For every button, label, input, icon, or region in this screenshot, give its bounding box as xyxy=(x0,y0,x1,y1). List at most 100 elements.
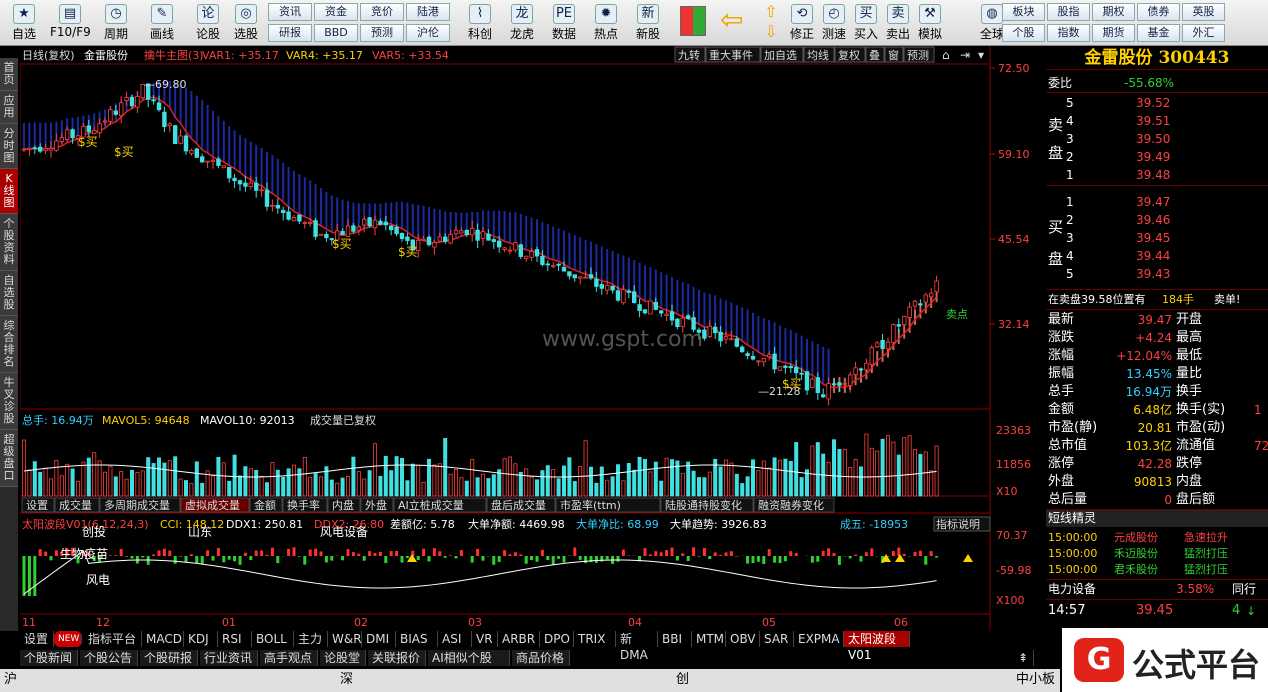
chart-tool-button[interactable]: 窗 xyxy=(888,48,899,62)
chart-tool-button[interactable]: 叠 xyxy=(869,49,880,62)
toolbar-dragon-button[interactable]: 龙龙虎 xyxy=(502,1,542,45)
indicator-tab[interactable]: TRIX xyxy=(574,631,616,647)
toolbar-clock-button[interactable]: ◷ 周期 xyxy=(96,1,136,45)
toolbar-market-button[interactable]: 外汇 xyxy=(1182,24,1225,42)
indicator-tab[interactable]: 设置 xyxy=(20,631,54,647)
ask-price[interactable]: 39.50 xyxy=(1136,130,1170,148)
toolbar-market-button[interactable]: 个股 xyxy=(1002,24,1045,42)
toolbar-market-button[interactable]: 股指 xyxy=(1047,3,1090,21)
bid-price[interactable]: 39.46 xyxy=(1136,211,1170,229)
news-tab[interactable]: 论股堂 xyxy=(320,650,366,666)
news-tab[interactable]: 个股研报 xyxy=(140,650,198,666)
indicator-tab[interactable]: 太阳波段V01 xyxy=(844,631,910,662)
volume-tab[interactable]: 虚拟成交量 xyxy=(185,498,240,512)
indicator-tab[interactable]: OBV xyxy=(726,631,760,647)
toolbar-market-button[interactable]: 期权 xyxy=(1092,3,1135,21)
leftnav-item[interactable]: 应用 xyxy=(0,91,18,124)
news-tab[interactable]: 关联报价 xyxy=(368,650,426,666)
volume-tab[interactable]: 换手率 xyxy=(287,498,320,512)
toolbar-grid-button[interactable]: 竞价 xyxy=(360,3,404,21)
toolbar-star-button[interactable]: ★ 自选 xyxy=(4,1,44,45)
indicator-tab[interactable]: BIAS xyxy=(396,631,438,647)
indicator-tab[interactable]: NEW xyxy=(54,631,82,647)
indicator-tab[interactable]: W&R xyxy=(328,631,362,647)
chart-tool-button[interactable]: 预测 xyxy=(907,49,929,62)
toolbar-buy-button[interactable]: 买买入 xyxy=(850,1,882,45)
indicator-tab[interactable]: SAR xyxy=(760,631,794,647)
kline-chart[interactable]: 日线(复权) 金雷股份 擒牛主图(3)VAR1: +35.17 VAR4: +35.1… xyxy=(20,46,1042,631)
indicator-tab[interactable]: DMI xyxy=(362,631,396,647)
toolbar-hammer-button[interactable]: ⚒ 模拟 xyxy=(914,1,946,45)
toolbar-fix-button[interactable]: ⟲ 修正 xyxy=(786,1,818,45)
indicator-tab[interactable]: 新DMA xyxy=(616,631,658,662)
toolbar-f10-button[interactable]: ▤ F10/F9 xyxy=(50,1,91,45)
status-market[interactable]: 创 xyxy=(676,669,689,691)
toolbar-market-button[interactable]: 期货 xyxy=(1092,24,1135,42)
ask-price[interactable]: 39.49 xyxy=(1136,148,1170,166)
indicator-tab[interactable]: MACD xyxy=(142,631,184,647)
chart-tool-button[interactable]: 均线 xyxy=(807,48,829,62)
indicator-tab[interactable]: EXPMA xyxy=(794,631,844,647)
volume-tab[interactable]: 内盘 xyxy=(332,498,354,512)
up-arrow-icon[interactable]: ⇧ xyxy=(760,2,782,22)
sector-peers-button[interactable]: 同行 xyxy=(1232,580,1256,598)
volume-tab[interactable]: 金额 xyxy=(254,498,276,512)
chart-tool-button[interactable]: 重大事件 xyxy=(709,48,753,62)
toolbar-grid-button[interactable]: 资讯 xyxy=(268,3,312,21)
indicator-tab[interactable]: BBI xyxy=(658,631,692,647)
toolbar-sell-button[interactable]: 卖卖出 xyxy=(882,1,914,45)
sector-name[interactable]: 电力设备 xyxy=(1048,580,1096,598)
toolbar-grid-button[interactable]: 沪伦 xyxy=(406,24,450,42)
bid-price[interactable]: 39.43 xyxy=(1136,265,1170,283)
news-tab[interactable]: AI相似个股 xyxy=(428,650,510,666)
ask-price[interactable]: 39.48 xyxy=(1136,166,1170,184)
toolbar-grid-button[interactable]: 研报 xyxy=(268,24,312,42)
volume-tab[interactable]: AI立桩成交量 xyxy=(398,498,464,512)
indicator-tab[interactable]: 主力 xyxy=(294,631,328,647)
bid-price[interactable]: 39.47 xyxy=(1136,193,1170,211)
toolbar-market-button[interactable]: 基金 xyxy=(1137,24,1180,42)
toolbar-hot-button[interactable]: ✹ 热点 xyxy=(586,1,626,45)
bid-price[interactable]: 39.44 xyxy=(1136,247,1170,265)
toolbar-grid-button[interactable]: 陆港 xyxy=(406,3,450,21)
status-market[interactable]: 中小板 xyxy=(1016,669,1055,691)
indicator-tab[interactable]: DPO xyxy=(540,631,574,647)
volume-tab[interactable]: 多周期成交量 xyxy=(104,498,170,512)
toolbar-market-button[interactable]: 债券 xyxy=(1137,3,1180,21)
toolbar-grid-button[interactable]: 资金 xyxy=(314,3,358,21)
status-market[interactable]: 深 xyxy=(340,669,353,691)
leftnav-item[interactable]: 自选股 xyxy=(0,271,18,316)
news-tab[interactable]: 行业资讯 xyxy=(200,650,258,666)
indicator-tab[interactable]: ARBR xyxy=(498,631,540,647)
toolbar-ipo-button[interactable]: 新新股 xyxy=(628,1,668,45)
volume-tab[interactable]: 融资融券变化 xyxy=(758,498,824,512)
bid-price[interactable]: 39.45 xyxy=(1136,229,1170,247)
toolbar-chart-button[interactable]: ⌇ 科创 xyxy=(460,1,500,45)
leftnav-item[interactable]: 首页 xyxy=(0,58,18,91)
indicator-tab[interactable]: KDJ xyxy=(184,631,218,647)
news-tab[interactable]: 个股公告 xyxy=(80,650,138,666)
toolbar-grid-button[interactable]: 预测 xyxy=(360,24,404,42)
indicator-help-button[interactable]: 指标说明 xyxy=(936,517,980,531)
dropdown-icon[interactable]: ▾ xyxy=(978,48,984,62)
indicator-tab[interactable]: BOLL xyxy=(252,631,294,647)
indicator-tab[interactable]: MTM xyxy=(692,631,726,647)
chart-tool-button[interactable]: 九转 xyxy=(678,48,700,62)
back-arrow-icon[interactable]: ⇦ xyxy=(720,6,750,36)
volume-tab[interactable]: 成交量 xyxy=(59,498,92,512)
news-tab[interactable]: 个股新闻 xyxy=(20,650,78,666)
lock-icon[interactable]: ⌂ xyxy=(942,48,950,62)
ask-price[interactable]: 39.51 xyxy=(1136,112,1170,130)
leftnav-item[interactable]: 个股资料 xyxy=(0,214,18,271)
short-stock[interactable]: 君禾股份 xyxy=(1114,561,1158,579)
leftnav-item[interactable]: 分时图 xyxy=(0,124,18,169)
down-arrow-icon[interactable]: ⇩ xyxy=(760,22,782,42)
indicator-tab[interactable]: 指标平台 xyxy=(84,631,142,647)
indicator-tab[interactable]: RSI xyxy=(218,631,252,647)
volume-tab[interactable]: 设置 xyxy=(26,499,48,512)
volume-tab[interactable]: 外盘 xyxy=(365,498,387,512)
toolbar-market-button[interactable]: 板块 xyxy=(1002,3,1045,21)
volume-tab[interactable]: 盘后成交量 xyxy=(491,498,546,512)
expand-icon[interactable]: ⇥ xyxy=(960,48,970,62)
leftnav-item[interactable]: 超级盘口 xyxy=(0,430,18,487)
